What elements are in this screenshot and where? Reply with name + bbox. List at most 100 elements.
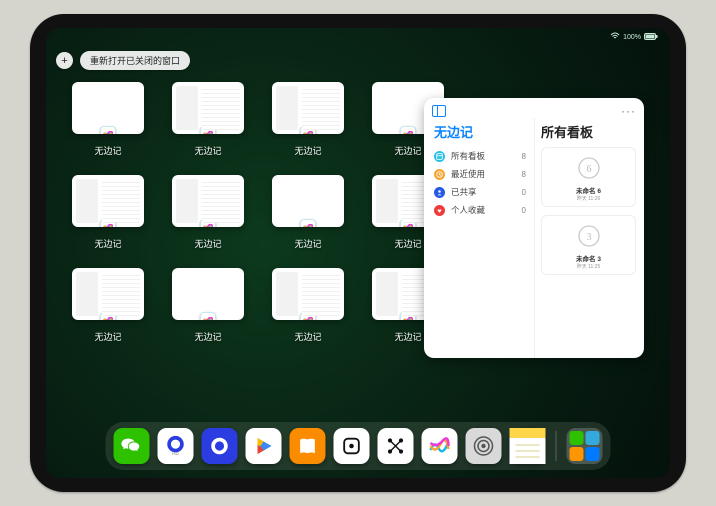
dock-books-icon[interactable]	[290, 428, 326, 464]
status-bar: 100%	[610, 32, 658, 42]
board-preview: 6	[573, 153, 605, 185]
app-label: 无边记	[394, 330, 421, 343]
svg-text:6: 6	[586, 164, 591, 175]
category-row[interactable]: 已共享 0	[434, 183, 526, 201]
freeform-icon	[200, 126, 216, 134]
add-button[interactable]: +	[56, 52, 73, 69]
category-name: 个人收藏	[451, 204, 485, 216]
more-button[interactable]: ···	[621, 104, 636, 118]
panel-toolbar: ···	[424, 98, 644, 118]
app-thumbnail	[72, 175, 144, 227]
board-card[interactable]: 6 未命名 6昨天 11:26	[541, 147, 636, 207]
app-switcher-grid: 无边记无边记无边记无边记无边记无边记无边记无边记无边记无边记无边记无边记	[72, 82, 444, 343]
app-card[interactable]: 无边记	[172, 268, 244, 343]
app-label: 无边记	[294, 237, 321, 250]
sidebar-toggle-icon[interactable]	[432, 105, 446, 117]
dock-freeform-icon[interactable]	[422, 428, 458, 464]
plus-icon: +	[61, 55, 67, 67]
ipad-device: 100% + 重新打开已关闭的窗口 无边记无边记无边记无边记无边记无边记无边记无…	[30, 14, 686, 492]
app-thumbnail	[272, 82, 344, 134]
dock-notes-icon[interactable]	[510, 428, 546, 464]
freeform-icon	[100, 126, 116, 134]
dock-grid-icon[interactable]	[378, 428, 414, 464]
dock-quark-icon[interactable]	[202, 428, 238, 464]
app-thumbnail	[172, 268, 244, 320]
svg-text:HD: HD	[172, 451, 179, 456]
panel-right-title: 所有看板	[541, 122, 636, 141]
app-label: 无边记	[294, 330, 321, 343]
app-thumbnail	[172, 175, 244, 227]
battery-icon	[644, 33, 658, 42]
app-card[interactable]: 无边记	[272, 82, 344, 157]
app-thumbnail	[72, 268, 144, 320]
app-card[interactable]: 无边记	[72, 82, 144, 157]
category-count: 8	[522, 152, 526, 161]
category-icon	[434, 205, 445, 216]
app-label: 无边记	[194, 237, 221, 250]
app-thumbnail	[272, 175, 344, 227]
dock-wechat-icon[interactable]	[114, 428, 150, 464]
app-thumbnail	[172, 82, 244, 134]
dock-play-icon[interactable]	[246, 428, 282, 464]
reopen-label: 重新打开已关闭的窗口	[90, 54, 180, 67]
app-card[interactable]: 无边记	[272, 175, 344, 250]
board-time: 昨天 11:25	[577, 263, 601, 270]
freeform-icon	[400, 126, 416, 134]
dock: HD	[106, 422, 611, 470]
freeform-icon	[400, 312, 416, 320]
battery-label: 100%	[623, 34, 641, 41]
svg-text:3: 3	[586, 232, 591, 243]
dock-dice-icon[interactable]	[334, 428, 370, 464]
category-count: 0	[522, 206, 526, 215]
freeform-icon	[300, 312, 316, 320]
dock-quark-hd-icon[interactable]: HD	[158, 428, 194, 464]
category-row[interactable]: 个人收藏 0	[434, 201, 526, 219]
app-thumbnail	[72, 82, 144, 134]
panel-content: 所有看板 6 未命名 6昨天 11:26 3 未命名 3昨天 11:25	[534, 118, 644, 358]
freeform-icon	[300, 126, 316, 134]
freeform-icon	[400, 219, 416, 227]
app-library-icon[interactable]	[567, 428, 603, 464]
app-card[interactable]: 无边记	[272, 268, 344, 343]
app-card[interactable]: 无边记	[72, 268, 144, 343]
board-time: 昨天 11:26	[577, 195, 601, 202]
app-thumbnail	[272, 268, 344, 320]
category-icon	[434, 187, 445, 198]
app-card[interactable]: 无边记	[72, 175, 144, 250]
app-label: 无边记	[94, 237, 121, 250]
app-label: 无边记	[194, 330, 221, 343]
app-card[interactable]: 无边记	[172, 82, 244, 157]
category-count: 0	[522, 188, 526, 197]
category-row[interactable]: 所有看板 8	[434, 147, 526, 165]
dock-settings-icon[interactable]	[466, 428, 502, 464]
wifi-icon	[610, 32, 620, 42]
app-label: 无边记	[194, 144, 221, 157]
category-count: 8	[522, 170, 526, 179]
category-name: 最近使用	[451, 168, 485, 180]
category-name: 所有看板	[451, 150, 485, 162]
reopen-closed-window-button[interactable]: 重新打开已关闭的窗口	[80, 51, 190, 70]
category-row[interactable]: 最近使用 8	[434, 165, 526, 183]
app-label: 无边记	[94, 144, 121, 157]
category-name: 已共享	[451, 186, 477, 198]
app-label: 无边记	[394, 237, 421, 250]
panel-sidebar: 无边记 所有看板 8 最近使用 8 已共享 0 个人收藏 0	[424, 118, 534, 358]
dock-separator	[556, 431, 557, 461]
app-label: 无边记	[94, 330, 121, 343]
freeform-panel[interactable]: ··· 无边记 所有看板8最近使用8已共享0个人收藏0 所有看板 6未命名 6昨…	[424, 98, 644, 358]
freeform-icon	[300, 219, 316, 227]
board-caption: 未命名 6	[576, 185, 601, 195]
board-preview: 3	[573, 221, 605, 253]
category-icon	[434, 169, 445, 180]
category-icon	[434, 151, 445, 162]
freeform-icon	[200, 219, 216, 227]
freeform-icon	[200, 312, 216, 320]
app-label: 无边记	[394, 144, 421, 157]
board-card[interactable]: 3 未命名 3昨天 11:25	[541, 215, 636, 275]
panel-left-title: 无边记	[434, 122, 526, 141]
screen: 100% + 重新打开已关闭的窗口 无边记无边记无边记无边记无边记无边记无边记无…	[46, 28, 670, 478]
app-label: 无边记	[294, 144, 321, 157]
freeform-icon	[100, 312, 116, 320]
board-caption: 未命名 3	[576, 253, 601, 263]
app-card[interactable]: 无边记	[172, 175, 244, 250]
